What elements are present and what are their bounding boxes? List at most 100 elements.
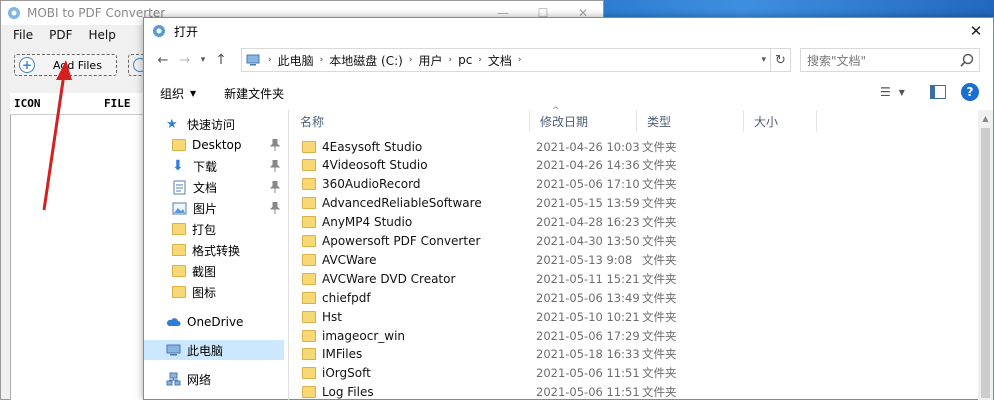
close-icon[interactable]: ✕	[967, 22, 985, 40]
file-type: 文件夹	[642, 309, 677, 324]
table-row[interactable]: Apowersoft PDF Converter 2021-04-30 13:50…	[290, 232, 979, 251]
folder-icon	[302, 329, 316, 342]
folder-icon	[302, 159, 316, 172]
preview-pane-icon[interactable]	[930, 85, 946, 99]
chevron-down-icon[interactable]: ▾	[196, 49, 210, 71]
table-row[interactable]: IMFiles 2021-05-18 16:33 文件夹	[290, 345, 979, 364]
chevron-right-icon[interactable]: ›	[512, 55, 528, 65]
app-logo-icon	[8, 7, 20, 19]
nav-quick-access[interactable]: ★ 快速访问	[166, 114, 306, 134]
menu-help[interactable]: Help	[80, 28, 123, 42]
column-date-modified[interactable]: 修改日期	[530, 110, 637, 132]
table-row[interactable]: imageocr_win 2021-05-06 17:29 文件夹	[290, 326, 979, 345]
nav-item-desktop[interactable]: Desktop	[172, 135, 284, 155]
breadcrumb-this-pc[interactable]: 此电脑	[278, 52, 314, 69]
nav-label: 文档	[193, 180, 218, 195]
scroll-up-icon[interactable]: ▲	[978, 110, 993, 126]
chevron-down-icon[interactable]: ▾	[761, 49, 766, 71]
file-type: 文件夹	[642, 215, 677, 230]
command-bar: 组织 ▼ 新建文件夹 ☰ ▼ ?	[144, 80, 993, 106]
nav-item-downloads[interactable]: ⬇ 下载	[172, 156, 284, 176]
nav-this-pc[interactable]: 此电脑	[144, 340, 284, 360]
file-date: 2021-04-26 10:03	[536, 139, 640, 154]
file-type: 文件夹	[642, 366, 677, 381]
chevron-right-icon[interactable]: ›	[262, 55, 278, 65]
table-row[interactable]: AdvancedReliableSoftware 2021-05-15 13:59…	[290, 194, 979, 213]
nav-item-pack[interactable]: 打包	[172, 219, 284, 239]
file-name-cell: IMFiles	[302, 347, 362, 361]
chevron-right-icon[interactable]: ›	[442, 55, 458, 65]
column-file[interactable]: FILE	[100, 97, 131, 110]
table-row[interactable]: Log Files 2021-05-06 11:51 文件夹	[290, 383, 979, 400]
nav-item-format-convert[interactable]: 格式转换	[172, 240, 284, 260]
column-name[interactable]: 名称	[290, 110, 530, 132]
folder-icon	[172, 265, 186, 277]
forward-arrow-icon[interactable]: →	[174, 49, 196, 71]
cloud-icon	[167, 317, 181, 326]
menu-file[interactable]: File	[5, 28, 41, 42]
nav-item-screenshots[interactable]: 截图	[172, 261, 284, 281]
table-row[interactable]: 360AudioRecord 2021-05-06 17:10 文件夹	[290, 175, 979, 194]
scrollbar-thumb[interactable]	[981, 128, 990, 398]
table-row[interactable]: AnyMP4 Studio 2021-04-28 16:23 文件夹	[290, 213, 979, 232]
folder-icon	[302, 178, 316, 191]
nav-label: 此电脑	[187, 343, 224, 358]
nav-item-icons[interactable]: 图标	[172, 282, 284, 302]
chevron-right-icon[interactable]: ›	[314, 55, 330, 65]
nav-network[interactable]: 网络	[166, 369, 284, 389]
back-arrow-icon[interactable]: ←	[152, 49, 174, 71]
file-list-pane: ^ 名称 修改日期 类型 大小 4Easysoft Studio 2021-04-…	[290, 106, 979, 400]
column-size[interactable]: 大小	[744, 110, 817, 132]
folder-icon	[302, 253, 316, 266]
file-name-cell: chiefpdf	[302, 291, 371, 305]
view-options-button[interactable]: ☰ ▼	[880, 85, 905, 99]
table-row[interactable]: 4Easysoft Studio 2021-04-26 10:03 文件夹	[290, 137, 979, 156]
nav-item-pictures[interactable]: 图片	[172, 198, 284, 218]
search-input[interactable]: 搜索"文档"	[800, 48, 980, 72]
new-folder-button[interactable]: 新建文件夹	[224, 85, 284, 102]
network-icon	[166, 372, 181, 385]
table-row[interactable]: chiefpdf 2021-05-06 13:49 文件夹	[290, 288, 979, 307]
breadcrumb-drive-c[interactable]: 本地磁盘 (C:)	[329, 52, 403, 69]
file-name-cell: 4Videosoft Studio	[302, 158, 428, 172]
table-row[interactable]: AVCWare DVD Creator 2021-05-11 15:21 文件夹	[290, 269, 979, 288]
file-name: iOrgSoft	[322, 366, 371, 381]
nav-onedrive[interactable]: OneDrive	[166, 312, 284, 332]
file-name: Apowersoft PDF Converter	[322, 234, 481, 248]
table-row[interactable]: 4Videosoft Studio 2021-04-26 14:36 文件夹	[290, 156, 979, 175]
chevron-right-icon[interactable]: ›	[403, 55, 419, 65]
column-type[interactable]: 类型	[637, 110, 744, 132]
table-row[interactable]: iOrgSoft 2021-05-06 11:51 文件夹	[290, 364, 979, 383]
file-date: 2021-05-13 9:08	[536, 252, 633, 267]
file-date: 2021-05-06 11:51	[536, 366, 640, 381]
file-name: chiefpdf	[322, 290, 371, 305]
file-date: 2021-05-11 15:21	[536, 271, 640, 286]
file-type: 文件夹	[642, 252, 677, 267]
address-row: ← → ▾ ↑ › 此电脑 › 本地磁盘 (C:) › 用户 › pc › 文档…	[144, 48, 993, 72]
file-type: 文件夹	[642, 271, 677, 286]
refresh-icon[interactable]: ↻	[771, 48, 791, 72]
file-name: AnyMP4 Studio	[322, 215, 413, 230]
address-bar[interactable]: › 此电脑 › 本地磁盘 (C:) › 用户 › pc › 文档 › ▾	[241, 48, 771, 72]
nav-item-documents[interactable]: 文档	[172, 177, 284, 197]
pin-icon	[270, 202, 280, 214]
breadcrumb-pc[interactable]: pc	[458, 53, 472, 67]
vertical-scrollbar[interactable]: ▲	[978, 110, 993, 400]
details-view-icon: ☰	[880, 85, 891, 99]
chevron-right-icon[interactable]: ›	[472, 55, 488, 65]
nav-label: OneDrive	[187, 315, 244, 329]
organize-label: 组织	[160, 86, 185, 101]
menu-pdf[interactable]: PDF	[41, 28, 80, 42]
table-row[interactable]: AVCWare 2021-05-13 9:08 文件夹	[290, 250, 979, 269]
computer-icon	[246, 54, 260, 66]
table-row[interactable]: Hst 2021-05-10 10:21 文件夹	[290, 307, 979, 326]
organize-button[interactable]: 组织 ▼	[160, 85, 196, 102]
folder-icon	[302, 197, 316, 210]
search-placeholder: 搜索"文档"	[807, 53, 867, 68]
file-name-cell: Log Files	[302, 385, 374, 399]
help-icon[interactable]: ?	[961, 83, 979, 101]
breadcrumb-documents[interactable]: 文档	[488, 52, 512, 69]
nav-label: 网络	[187, 372, 212, 387]
breadcrumb-users[interactable]: 用户	[418, 52, 442, 69]
up-arrow-icon[interactable]: ↑	[210, 49, 232, 71]
